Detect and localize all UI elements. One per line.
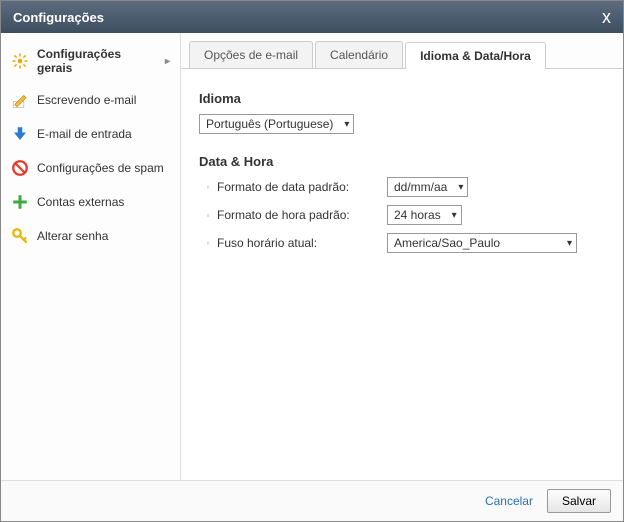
time-format-select[interactable]: 24 horas [387,205,462,225]
sidebar-item-label: E-mail de entrada [37,127,132,141]
dialog-title: Configurações [13,10,104,25]
settings-dialog: Configurações x Configurações gerais ▸ E… [0,0,624,522]
plus-icon [11,193,29,211]
titlebar: Configurações x [1,1,623,33]
row-timezone: ▫ Fuso horário atual: America/Sao_Paulo [199,233,605,253]
row-label: Formato de data padrão: [217,180,387,194]
tab-bar: Opções de e-mail Calendário Idioma & Dat… [181,33,623,69]
cancel-button[interactable]: Cancelar [485,494,533,508]
row-label: Fuso horário atual: [217,236,387,250]
date-format-select[interactable]: dd/mm/aa [387,177,468,197]
select-value: 24 horas [394,208,441,222]
content-area: Opções de e-mail Calendário Idioma & Dat… [181,33,623,480]
tab-email-options[interactable]: Opções de e-mail [189,41,313,68]
sidebar-item-password[interactable]: Alterar senha [1,219,180,253]
sidebar-item-incoming[interactable]: E-mail de entrada [1,117,180,151]
key-icon [11,227,29,245]
row-time-format: ▫ Formato de hora padrão: 24 horas [199,205,605,225]
select-value: America/Sao_Paulo [394,236,500,250]
language-select[interactable]: Português (Portuguese) [199,114,354,134]
select-value: Português (Portuguese) [206,117,333,131]
sidebar-item-general[interactable]: Configurações gerais ▸ [1,39,180,83]
sidebar-item-external[interactable]: Contas externas [1,185,180,219]
sidebar-item-compose[interactable]: Escrevendo e-mail [1,83,180,117]
timezone-select[interactable]: America/Sao_Paulo [387,233,577,253]
tab-label: Opções de e-mail [204,48,298,62]
sidebar-item-label: Configurações gerais [37,47,157,75]
tab-calendar[interactable]: Calendário [315,41,403,68]
tab-label: Idioma & Data/Hora [420,49,531,63]
row-date-format: ▫ Formato de data padrão: dd/mm/aa [199,177,605,197]
sidebar-item-spam[interactable]: Configurações de spam [1,151,180,185]
dialog-footer: Cancelar Salvar [1,480,623,521]
close-icon[interactable]: x [602,7,611,28]
bullet-icon: ▫ [199,239,217,248]
download-icon [11,125,29,143]
block-icon [11,159,29,177]
save-button[interactable]: Salvar [547,489,611,513]
bullet-icon: ▫ [199,211,217,220]
pencil-icon [11,91,29,109]
gear-icon [11,52,29,70]
language-heading: Idioma [199,91,605,106]
bullet-icon: ▫ [199,183,217,192]
tab-label: Calendário [330,48,388,62]
dialog-body: Configurações gerais ▸ Escrevendo e-mail… [1,33,623,480]
row-label: Formato de hora padrão: [217,208,387,222]
sidebar-item-label: Contas externas [37,195,124,209]
sidebar-item-label: Escrevendo e-mail [37,93,136,107]
sidebar-item-label: Alterar senha [37,229,108,243]
chevron-right-icon: ▸ [165,56,170,67]
sidebar-item-label: Configurações de spam [37,161,164,175]
datetime-heading: Data & Hora [199,154,605,169]
sidebar: Configurações gerais ▸ Escrevendo e-mail… [1,33,181,480]
select-value: dd/mm/aa [394,180,447,194]
tab-language-datetime[interactable]: Idioma & Data/Hora [405,42,546,69]
tab-panel: Idioma Português (Portuguese) Data & Hor… [181,69,623,480]
